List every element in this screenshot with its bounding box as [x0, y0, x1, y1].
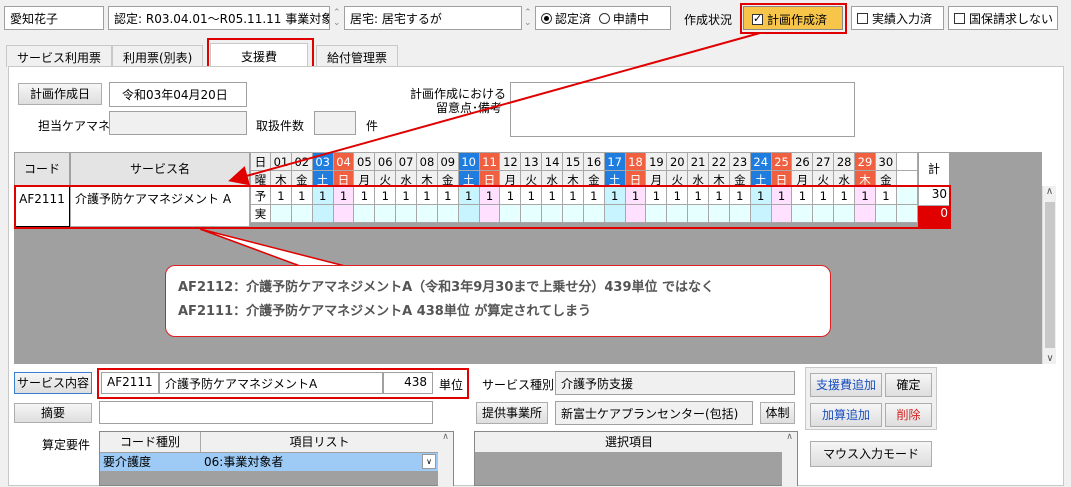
selected-items-header: 選択項目	[475, 432, 783, 452]
system-button[interactable]: 体制	[760, 402, 795, 424]
summary-button[interactable]: 摘要	[14, 403, 92, 423]
selected-items-scrollbar[interactable]: ∧	[782, 432, 797, 487]
add-surcharge-button[interactable]: 加算追加	[810, 403, 882, 427]
summary-field[interactable]	[99, 401, 433, 424]
item-list-header: 項目リスト	[201, 432, 438, 452]
requirement-type-cell: 要介護度	[100, 453, 201, 471]
provider-button[interactable]: 提供事業所	[476, 402, 548, 424]
callout-line-2: AF2111：介護予防ケアマネジメントA 438単位 が算定されてしまう	[178, 304, 591, 319]
service-type-field: 介護予防支援	[555, 371, 795, 395]
callout-line-1: AF2112：介護予防ケアマネジメントA（令和3年9月30まで上乗せ分）439単…	[178, 280, 715, 295]
add-support-fee-button[interactable]: 支援費追加	[810, 373, 882, 397]
warning-callout: AF2112：介護予防ケアマネジメントA（令和3年9月30まで上乗せ分）439単…	[165, 265, 831, 337]
callout-tail	[199, 228, 346, 267]
highlight-frame	[97, 368, 469, 399]
confirm-button[interactable]: 確定	[885, 373, 932, 397]
delete-button[interactable]: 削除	[885, 403, 932, 427]
requirements-label: 算定要件	[42, 438, 91, 452]
selected-items-table: 選択項目 ∧	[474, 431, 798, 487]
chevron-down-icon[interactable]: ∨	[422, 454, 436, 469]
arrow-line	[228, 32, 761, 186]
requirements-table: コード種別 項目リスト 要介護度 06:事業対象者 ∨ ∧	[99, 431, 454, 487]
service-content-button[interactable]: サービス内容	[14, 372, 92, 394]
service-type-label: サービス種別	[482, 378, 555, 392]
requirement-value-select[interactable]: 06:事業対象者 ∨	[201, 453, 438, 471]
code-type-header: コード種別	[100, 432, 201, 452]
provider-field: 新富士ケアプランセンター(包括)	[555, 401, 753, 425]
requirements-scrollbar[interactable]: ∧	[438, 432, 453, 487]
mouse-input-mode-button[interactable]: マウス入力モード	[810, 441, 932, 467]
